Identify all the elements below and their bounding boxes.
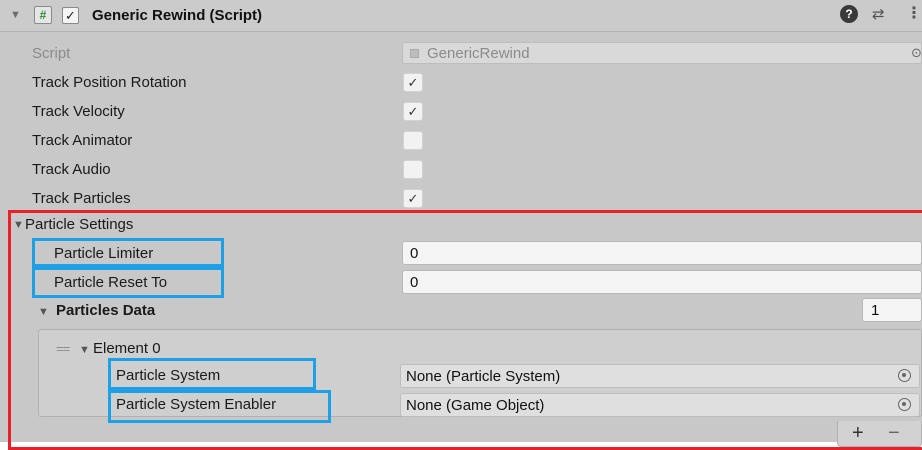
object-picker-icon[interactable] [898, 369, 911, 382]
element-0-fold-icon[interactable]: ▼ [79, 344, 90, 356]
particle-limiter-label: Particle Limiter [54, 245, 154, 262]
presets-icon[interactable]: ⇄ [872, 5, 885, 23]
script-field-value: GenericRewind [427, 45, 530, 62]
fold-triangle-icon[interactable]: ▼ [10, 9, 21, 21]
track-animator-checkbox[interactable] [403, 131, 423, 150]
track-velocity-label: Track Velocity [32, 103, 125, 120]
inspector-panel: ▼ # ✓ Generic Rewind (Script) ? ⇄ ⋮ Scri… [0, 0, 922, 447]
particles-data-size-input[interactable]: 1 [862, 298, 922, 322]
remove-element-button[interactable]: − [888, 422, 900, 445]
particle-limiter-input[interactable]: 0 [402, 241, 922, 265]
script-field[interactable]: GenericRewind ⊙ [402, 42, 922, 64]
element-0-label[interactable]: Element 0 [93, 340, 161, 357]
script-label: Script [32, 45, 71, 62]
particle-system-value: None (Particle System) [406, 368, 561, 385]
track-animator-label: Track Animator [32, 132, 133, 149]
particle-settings-fold-icon[interactable]: ▼ [13, 219, 24, 231]
component-title: Generic Rewind (Script) [92, 7, 263, 24]
object-picker-icon[interactable]: ⊙ [911, 45, 922, 61]
particle-settings-label[interactable]: Particle Settings [25, 216, 133, 233]
track-audio-checkbox[interactable] [403, 160, 423, 179]
particle-limiter-value: 0 [410, 245, 419, 262]
track-position-rotation-checkbox[interactable]: ✓ [403, 73, 423, 92]
track-position-rotation-label: Track Position Rotation [32, 74, 187, 91]
object-picker-icon[interactable] [898, 398, 911, 411]
help-icon[interactable]: ? [840, 5, 858, 23]
particle-reset-to-input[interactable]: 0 [402, 270, 922, 294]
track-velocity-checkbox[interactable]: ✓ [403, 102, 423, 121]
add-element-button[interactable]: + [852, 422, 864, 445]
script-file-icon [410, 49, 419, 58]
script-icon: # [34, 6, 52, 24]
particle-system-field[interactable]: None (Particle System) [400, 364, 920, 388]
particles-data-label[interactable]: Particles Data [56, 302, 155, 319]
track-particles-checkbox[interactable]: ✓ [403, 189, 423, 208]
particles-data-size-value: 1 [871, 302, 880, 319]
track-audio-label: Track Audio [32, 161, 111, 178]
particle-system-label: Particle System [116, 367, 221, 384]
particle-system-enabler-label: Particle System Enabler [116, 396, 277, 413]
list-add-remove-footer: + − [837, 421, 922, 447]
particles-data-fold-icon[interactable]: ▼ [38, 306, 49, 318]
particle-reset-to-value: 0 [410, 274, 419, 291]
context-menu-icon[interactable]: ⋮ [906, 3, 922, 23]
component-enabled-checkbox[interactable]: ✓ [62, 7, 79, 24]
particle-system-enabler-value: None (Game Object) [406, 397, 545, 414]
track-particles-label: Track Particles [32, 190, 131, 207]
component-header[interactable]: ▼ # ✓ Generic Rewind (Script) ? ⇄ ⋮ [0, 0, 922, 32]
particle-system-enabler-field[interactable]: None (Game Object) [400, 393, 920, 417]
particle-reset-to-label: Particle Reset To [54, 274, 168, 291]
drag-handle-icon[interactable]: == [56, 341, 70, 356]
